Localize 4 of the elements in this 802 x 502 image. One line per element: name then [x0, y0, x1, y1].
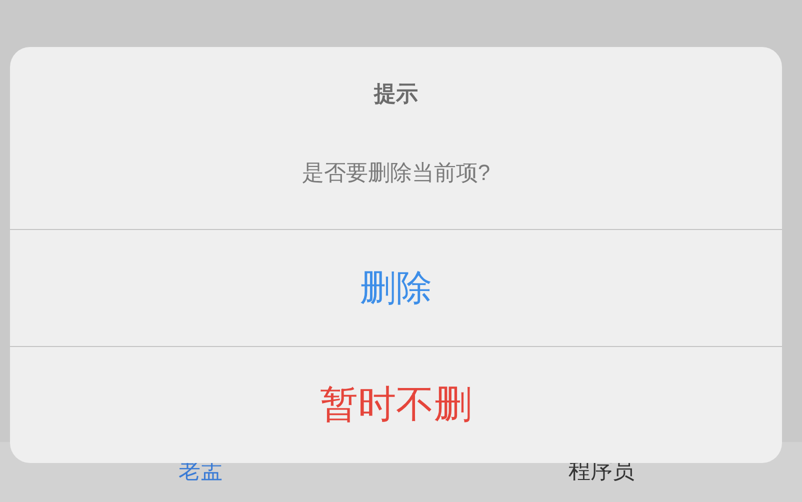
delete-button[interactable]: 删除: [10, 229, 782, 346]
dialog-message: 是否要删除当前项?: [302, 159, 490, 187]
dialog-title: 提示: [374, 80, 418, 108]
cancel-button[interactable]: 暂时不删: [10, 346, 782, 463]
